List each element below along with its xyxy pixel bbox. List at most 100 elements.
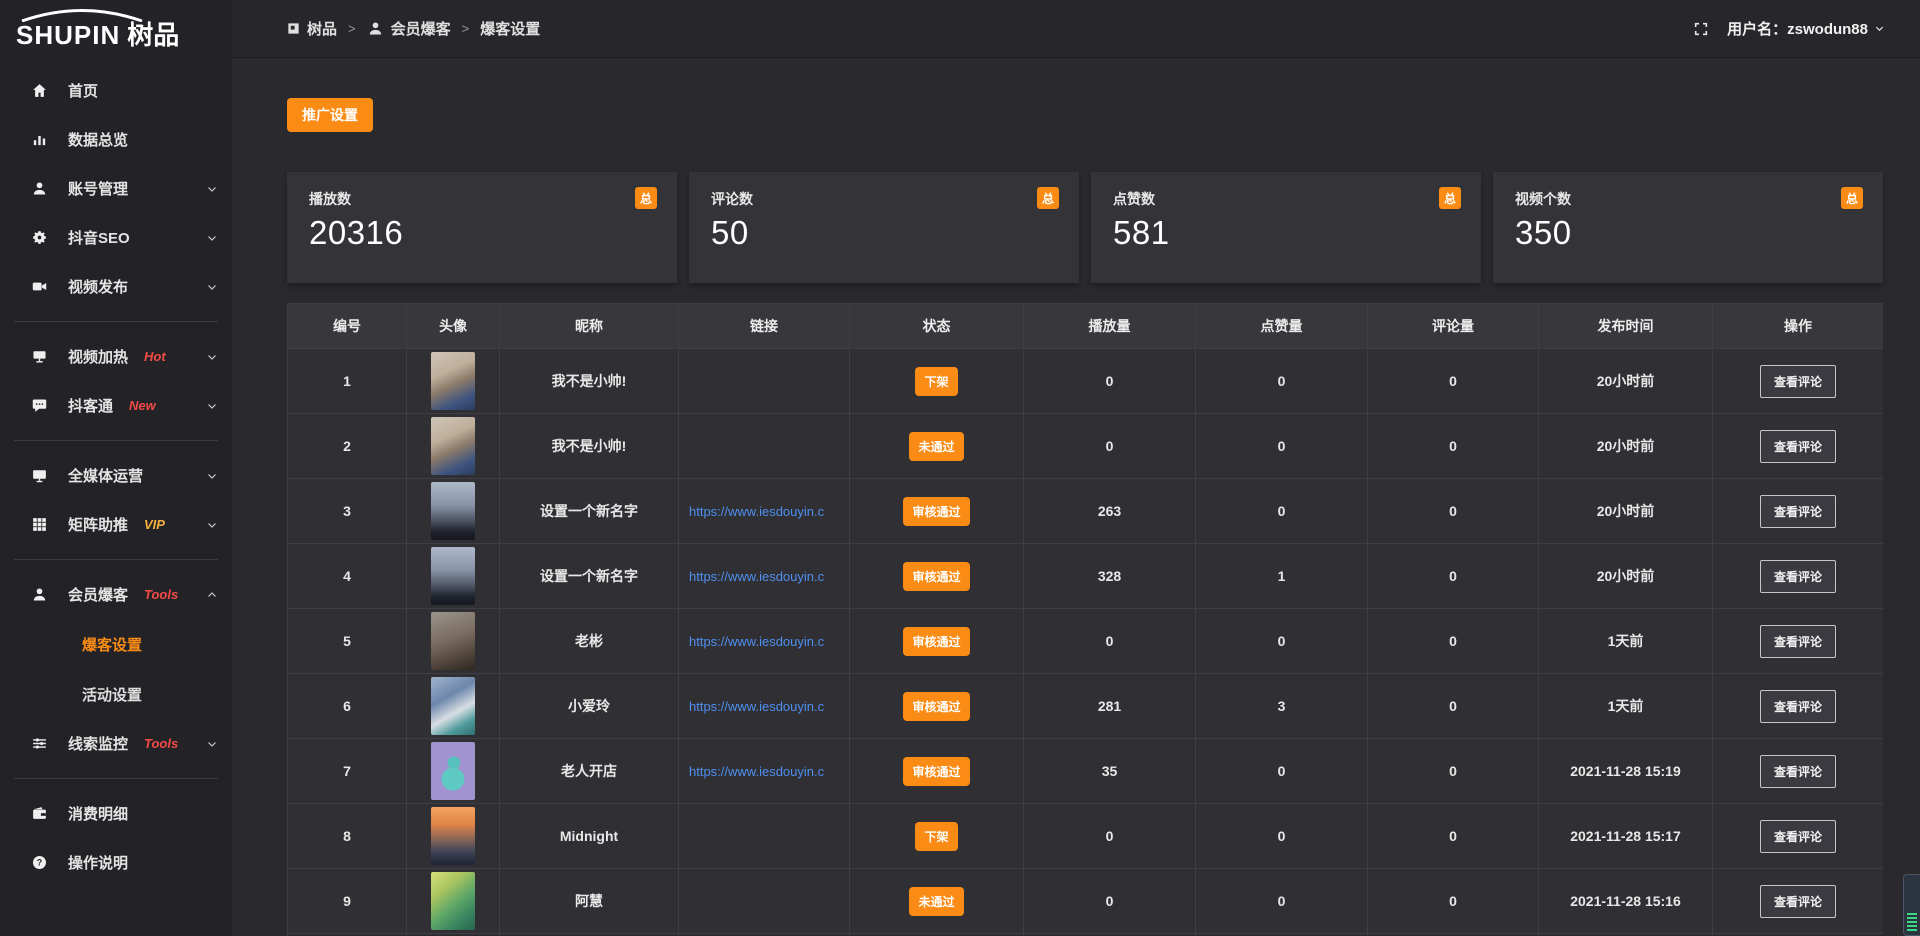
sidebar-item-首页[interactable]: 首页 — [0, 66, 232, 115]
sidebar-item-label: 数据总览 — [68, 129, 128, 150]
view-comments-button[interactable]: 查看评论 — [1760, 495, 1836, 528]
stat-card: 评论数50总 — [689, 172, 1079, 283]
cell-avatar — [407, 934, 499, 935]
table-header-cell: 发布时间 — [1539, 304, 1712, 348]
user-icon — [367, 20, 384, 37]
status-badge[interactable]: 审核通过 — [903, 757, 969, 786]
divider — [14, 778, 218, 779]
video-link[interactable]: https://www.iesdouyin.c — [689, 699, 824, 714]
avatar — [431, 547, 475, 605]
cell-status: 审核通过 — [850, 479, 1023, 543]
chevron-down-icon — [206, 183, 218, 195]
cell-avatar — [407, 869, 499, 933]
status-badge[interactable]: 未通过 — [909, 432, 963, 461]
view-comments-button[interactable]: 查看评论 — [1760, 690, 1836, 723]
sidebar: SHUPIN 树品 首页数据总览账号管理抖音SEO 视频发布视频加热Hot抖客通N… — [0, 0, 232, 936]
sidebar-subitem-活动设置[interactable]: 活动设置 — [0, 669, 232, 719]
chevron-down-icon — [1874, 23, 1885, 34]
sidebar-item-视频加热[interactable]: 视频加热Hot — [0, 332, 232, 381]
cell-time: 20小时前 — [1539, 414, 1712, 478]
view-comments-button[interactable]: 查看评论 — [1760, 560, 1836, 593]
sidebar-item-抖音SEO[interactable]: 抖音SEO — [0, 213, 232, 262]
cell-avatar — [407, 479, 499, 543]
view-comments-button[interactable]: 查看评论 — [1760, 885, 1836, 918]
stat-card: 视频个数350总 — [1493, 172, 1883, 283]
fullscreen-icon[interactable] — [1693, 21, 1709, 37]
sidebar-item-视频发布[interactable]: 视频发布 — [0, 262, 232, 311]
sidebar-item-label: 账号管理 — [68, 178, 128, 199]
stat-card-total-badge: 总 — [1841, 187, 1863, 209]
cell-likes: 0 — [1196, 609, 1367, 673]
cell-plays: 0 — [1024, 414, 1195, 478]
cell-link: https://www.iesdouyin.c — [679, 479, 849, 543]
status-badge[interactable]: 审核通过 — [903, 627, 969, 656]
view-comments-button[interactable]: 查看评论 — [1760, 625, 1836, 658]
topbar-right: 用户名：zswodun88 — [1693, 18, 1885, 39]
cell-id: 3 — [288, 479, 406, 543]
cell-comments: 0 — [1368, 869, 1538, 933]
view-comments-button[interactable]: 查看评论 — [1760, 755, 1836, 788]
stat-card: 点赞数 581 总 — [1091, 172, 1481, 283]
cell-id: 9 — [288, 869, 406, 933]
view-comments-button[interactable]: 查看评论 — [1760, 820, 1836, 853]
status-badge[interactable]: 未通过 — [909, 887, 963, 916]
cell-actions: 查看评论 — [1713, 869, 1883, 933]
sidebar-item-数据总览[interactable]: 数据总览 — [0, 115, 232, 164]
sidebar-item-消费明细[interactable]: 消费明细 — [0, 789, 232, 838]
sidebar-subitem-爆客设置[interactable]: 爆客设置 — [0, 619, 232, 669]
status-badge[interactable]: 审核通过 — [903, 562, 969, 591]
video-link[interactable]: https://www.iesdouyin.c — [689, 569, 824, 584]
video-link[interactable]: https://www.iesdouyin.c — [689, 504, 824, 519]
sidebar-item-账号管理[interactable]: 账号管理 — [0, 164, 232, 213]
bar-chart-icon — [30, 131, 48, 149]
stat-card-total-badge: 总 — [635, 187, 657, 209]
monitor-icon — [30, 467, 48, 485]
status-badge[interactable]: 下架 — [915, 367, 957, 396]
cell-likes: 0 — [1196, 479, 1367, 543]
sidebar-item-label: 线索监控 — [68, 733, 128, 754]
stat-card-label: 评论数 — [711, 189, 1057, 209]
breadcrumb-item[interactable]: 树品 — [287, 18, 337, 39]
stat-card-value: 350 — [1515, 214, 1861, 252]
sidebar-item-矩阵助推[interactable]: 矩阵助推VIP — [0, 500, 232, 549]
breadcrumb-item[interactable]: 会员爆客 — [367, 18, 451, 39]
divider — [14, 321, 218, 322]
floating-widget[interactable] — [1903, 874, 1920, 936]
avatar — [431, 612, 475, 670]
status-badge[interactable]: 下架 — [915, 822, 957, 851]
sidebar-item-badge: VIP — [144, 517, 165, 532]
cell-likes: 0 — [1196, 804, 1367, 868]
view-comments-button[interactable]: 查看评论 — [1760, 365, 1836, 398]
cell-avatar — [407, 739, 499, 803]
sidebar-item-label: 抖客通 — [68, 395, 113, 416]
sidebar-item-操作说明[interactable]: ?操作说明 — [0, 838, 232, 887]
member-icon — [30, 586, 48, 604]
stat-card-value: 581 — [1113, 214, 1459, 252]
sidebar-item-线索监控[interactable]: 线索监控Tools — [0, 719, 232, 768]
cell-actions: 查看评论 — [1713, 674, 1883, 738]
status-badge[interactable]: 审核通过 — [903, 497, 969, 526]
sidebar-item-label: 视频发布 — [68, 276, 128, 297]
video-link[interactable]: https://www.iesdouyin.c — [689, 634, 824, 649]
sidebar-item-抖客通[interactable]: 抖客通New — [0, 381, 232, 430]
stat-card-label: 点赞数 — [1113, 189, 1459, 209]
chevron-down-icon — [206, 281, 218, 293]
promo-settings-button[interactable]: 推广设置 — [287, 98, 373, 132]
sidebar-item-会员爆客[interactable]: 会员爆客Tools — [0, 570, 232, 619]
chevron-down-icon — [206, 470, 218, 482]
cell-id: 8 — [288, 804, 406, 868]
table-header-cell: 昵称 — [500, 304, 678, 348]
stat-card-value: 50 — [711, 214, 1057, 252]
breadcrumb-label: 会员爆客 — [391, 18, 451, 39]
sidebar-item-全媒体运营[interactable]: 全媒体运营 — [0, 451, 232, 500]
table-header-cell: 状态 — [850, 304, 1023, 348]
status-badge[interactable]: 审核通过 — [903, 692, 969, 721]
username-menu[interactable]: 用户名：zswodun88 — [1727, 18, 1885, 39]
video-link[interactable]: https://www.iesdouyin.c — [689, 764, 824, 779]
stat-card-total-badge: 总 — [1439, 187, 1461, 209]
view-comments-button[interactable]: 查看评论 — [1760, 430, 1836, 463]
app-logo: SHUPIN 树品 — [0, 0, 232, 58]
cell-likes: 0 — [1196, 349, 1367, 413]
table-header-row: 编号头像昵称链接状态播放量点赞量评论量发布时间操作 — [288, 304, 1882, 348]
cell-status — [850, 934, 1023, 935]
